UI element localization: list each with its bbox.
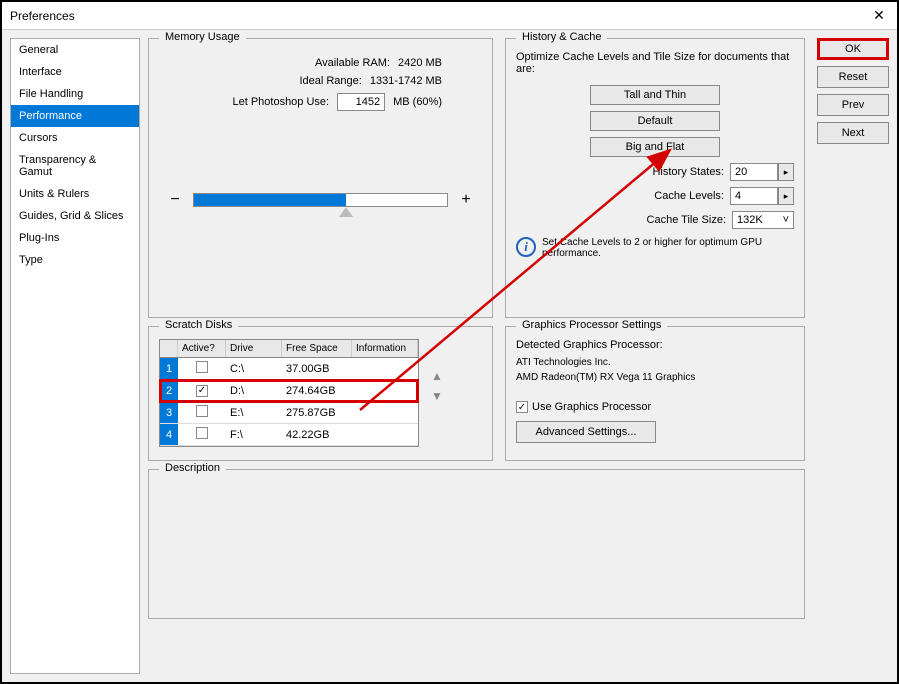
photoshop-use-suffix: MB (60%) (393, 96, 442, 108)
info-icon: i (516, 237, 536, 257)
history-states-label: History States: (652, 166, 724, 178)
cache-tile-size-label: Cache Tile Size: (647, 214, 726, 226)
sidebar-item-file-handling[interactable]: File Handling (11, 83, 139, 105)
advanced-settings-button[interactable]: Advanced Settings... (516, 421, 656, 443)
cache-levels-input[interactable] (730, 187, 778, 205)
ok-button[interactable]: OK (817, 38, 889, 60)
titlebar: Preferences ✕ (2, 2, 897, 30)
th-free: Free Space (282, 340, 352, 357)
table-row[interactable]: 4 F:\ 42.22GB (160, 424, 418, 446)
detected-gpu-label: Detected Graphics Processor: (516, 339, 794, 351)
slider-handle-icon[interactable] (339, 207, 353, 217)
use-gpu-label: Use Graphics Processor (532, 401, 651, 413)
available-ram-label: Available RAM: (315, 57, 390, 69)
active-checkbox[interactable] (196, 405, 208, 417)
th-active: Active? (178, 340, 226, 357)
slider-decrease-button[interactable]: − (167, 191, 183, 209)
cache-levels-label: Cache Levels: (654, 190, 724, 202)
ideal-range-label: Ideal Range: (299, 75, 361, 87)
memory-usage-legend: Memory Usage (159, 31, 246, 43)
memory-usage-group: Memory Usage Available RAM: 2420 MB Idea… (148, 38, 493, 318)
history-states-input[interactable] (730, 163, 778, 181)
next-button[interactable]: Next (817, 122, 889, 144)
gpu-vendor: ATI Technologies Inc. (516, 357, 794, 368)
default-button[interactable]: Default (590, 111, 720, 131)
active-checkbox[interactable]: ✓ (196, 385, 208, 397)
sidebar-item-units-rulers[interactable]: Units & Rulers (11, 183, 139, 205)
memory-slider[interactable] (193, 193, 448, 207)
cache-levels-stepper[interactable]: ▸ (778, 187, 794, 205)
gpu-settings-group: Graphics Processor Settings Detected Gra… (505, 326, 805, 461)
history-states-stepper[interactable]: ▸ (778, 163, 794, 181)
table-row[interactable]: 3 E:\ 275.87GB (160, 402, 418, 424)
sidebar: General Interface File Handling Performa… (10, 38, 140, 674)
slider-increase-button[interactable]: + (458, 191, 474, 209)
available-ram-value: 2420 MB (398, 57, 442, 69)
move-up-button[interactable]: ▲ (429, 369, 445, 385)
th-drive: Drive (226, 340, 282, 357)
cache-tile-size-select[interactable]: 132K ˅ (732, 211, 794, 229)
active-checkbox[interactable] (196, 361, 208, 373)
ideal-range-value: 1331-1742 MB (370, 75, 442, 87)
reset-button[interactable]: Reset (817, 66, 889, 88)
description-legend: Description (159, 462, 226, 474)
description-group: Description (148, 469, 805, 619)
scratch-disks-legend: Scratch Disks (159, 319, 238, 331)
scratch-disks-group: Scratch Disks Active? Drive Free Space I… (148, 326, 493, 461)
close-button[interactable]: ✕ (869, 6, 889, 26)
history-cache-legend: History & Cache (516, 31, 607, 43)
prev-button[interactable]: Prev (817, 94, 889, 116)
history-cache-description: Optimize Cache Levels and Tile Size for … (516, 51, 794, 75)
sidebar-item-plugins[interactable]: Plug-Ins (11, 227, 139, 249)
active-checkbox[interactable] (196, 427, 208, 439)
gpu-settings-legend: Graphics Processor Settings (516, 319, 667, 331)
photoshop-use-input[interactable] (337, 93, 385, 111)
history-cache-group: History & Cache Optimize Cache Levels an… (505, 38, 805, 318)
move-down-button[interactable]: ▼ (429, 389, 445, 405)
sidebar-item-transparency-gamut[interactable]: Transparency & Gamut (11, 149, 139, 183)
table-row[interactable]: 1 C:\ 37.00GB (160, 358, 418, 380)
chevron-down-icon: ˅ (783, 214, 789, 226)
gpu-model: AMD Radeon(TM) RX Vega 11 Graphics (516, 372, 794, 383)
big-flat-button[interactable]: Big and Flat (590, 137, 720, 157)
scratch-disks-table: Active? Drive Free Space Information 1 C… (159, 339, 419, 447)
sidebar-item-type[interactable]: Type (11, 249, 139, 271)
th-info: Information (352, 340, 418, 357)
sidebar-item-guides-grid-slices[interactable]: Guides, Grid & Slices (11, 205, 139, 227)
slider-fill (194, 194, 346, 206)
sidebar-item-performance[interactable]: Performance (11, 105, 139, 127)
tall-thin-button[interactable]: Tall and Thin (590, 85, 720, 105)
table-row[interactable]: 2 ✓ D:\ 274.64GB (160, 380, 418, 402)
cache-info-text: Set Cache Levels to 2 or higher for opti… (542, 237, 794, 259)
sidebar-item-general[interactable]: General (11, 39, 139, 61)
sidebar-item-interface[interactable]: Interface (11, 61, 139, 83)
use-gpu-checkbox[interactable]: ✓ (516, 401, 528, 413)
sidebar-item-cursors[interactable]: Cursors (11, 127, 139, 149)
photoshop-use-label: Let Photoshop Use: (232, 96, 329, 108)
window-title: Preferences (10, 9, 75, 23)
